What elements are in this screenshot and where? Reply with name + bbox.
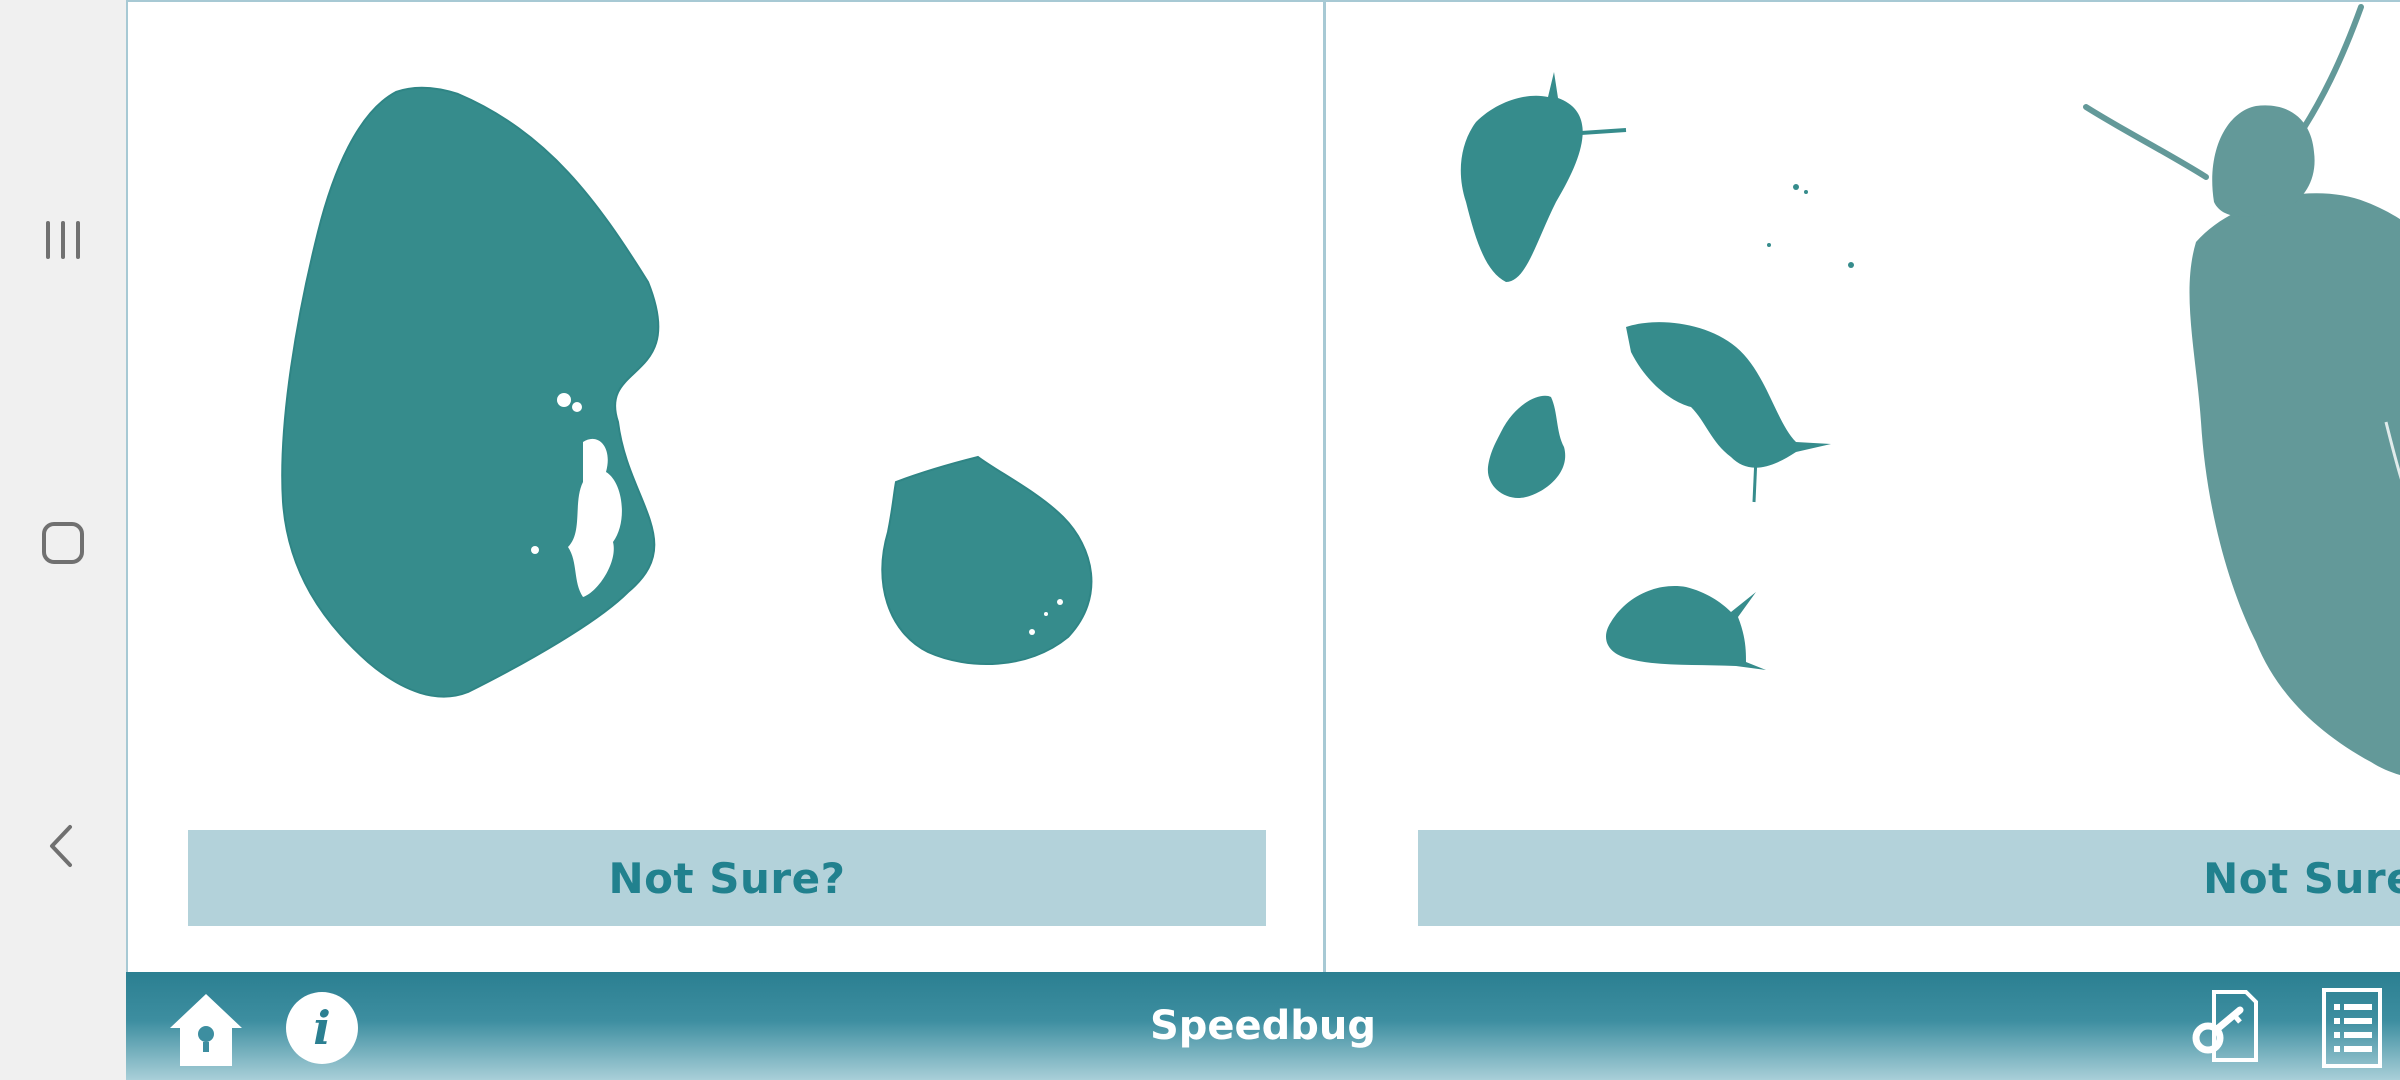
not-sure-label-right: Not Sure? bbox=[2203, 853, 2400, 903]
snail-shell bbox=[2189, 193, 2400, 775]
list-icon bbox=[2322, 988, 2382, 1068]
key-document-icon bbox=[2192, 990, 2258, 1062]
home-icon bbox=[42, 522, 84, 564]
svg-text:i: i bbox=[313, 1001, 330, 1055]
system-navigation-bar bbox=[0, 0, 126, 1080]
fragment-4 bbox=[1606, 586, 1766, 670]
right-choice-panel[interactable] bbox=[1326, 2, 2400, 972]
speedbug-app: Not Sure? Not Sure? Speedbug i bbox=[126, 0, 2400, 1080]
back-button[interactable] bbox=[23, 806, 103, 886]
home-button[interactable] bbox=[164, 986, 248, 1070]
right-specimen-image bbox=[1460, 4, 2400, 775]
home-icon bbox=[170, 994, 242, 1066]
list-button[interactable] bbox=[2304, 986, 2400, 1070]
app-title: Speedbug bbox=[1149, 1003, 1377, 1049]
not-sure-button-left[interactable]: Not Sure? bbox=[188, 830, 1266, 926]
antenna-right bbox=[2295, 4, 2364, 140]
small-shell-silhouette bbox=[881, 455, 1093, 665]
identification-key-button[interactable] bbox=[2184, 986, 2268, 1070]
bottom-toolbar: Speedbug i bbox=[126, 972, 2400, 1080]
system-home-button[interactable] bbox=[23, 503, 103, 583]
info-icon: i bbox=[286, 992, 358, 1064]
info-button[interactable]: i bbox=[280, 986, 364, 1070]
fragment-3 bbox=[1487, 395, 1566, 498]
not-sure-label-left: Not Sure? bbox=[608, 853, 846, 903]
fragment-1 bbox=[1460, 72, 1583, 282]
antenna-left bbox=[2083, 104, 2209, 180]
comparison-area: Not Sure? Not Sure? bbox=[126, 0, 2400, 972]
egg-silhouette bbox=[281, 86, 660, 698]
not-sure-button-right[interactable]: Not Sure? bbox=[1418, 830, 2400, 926]
recent-apps-button[interactable] bbox=[23, 200, 103, 280]
left-specimen-image bbox=[281, 86, 1093, 698]
fragment-2 bbox=[1626, 322, 1831, 468]
back-icon bbox=[50, 825, 72, 867]
recent-apps-icon bbox=[46, 221, 80, 259]
left-choice-panel[interactable] bbox=[128, 2, 1324, 972]
